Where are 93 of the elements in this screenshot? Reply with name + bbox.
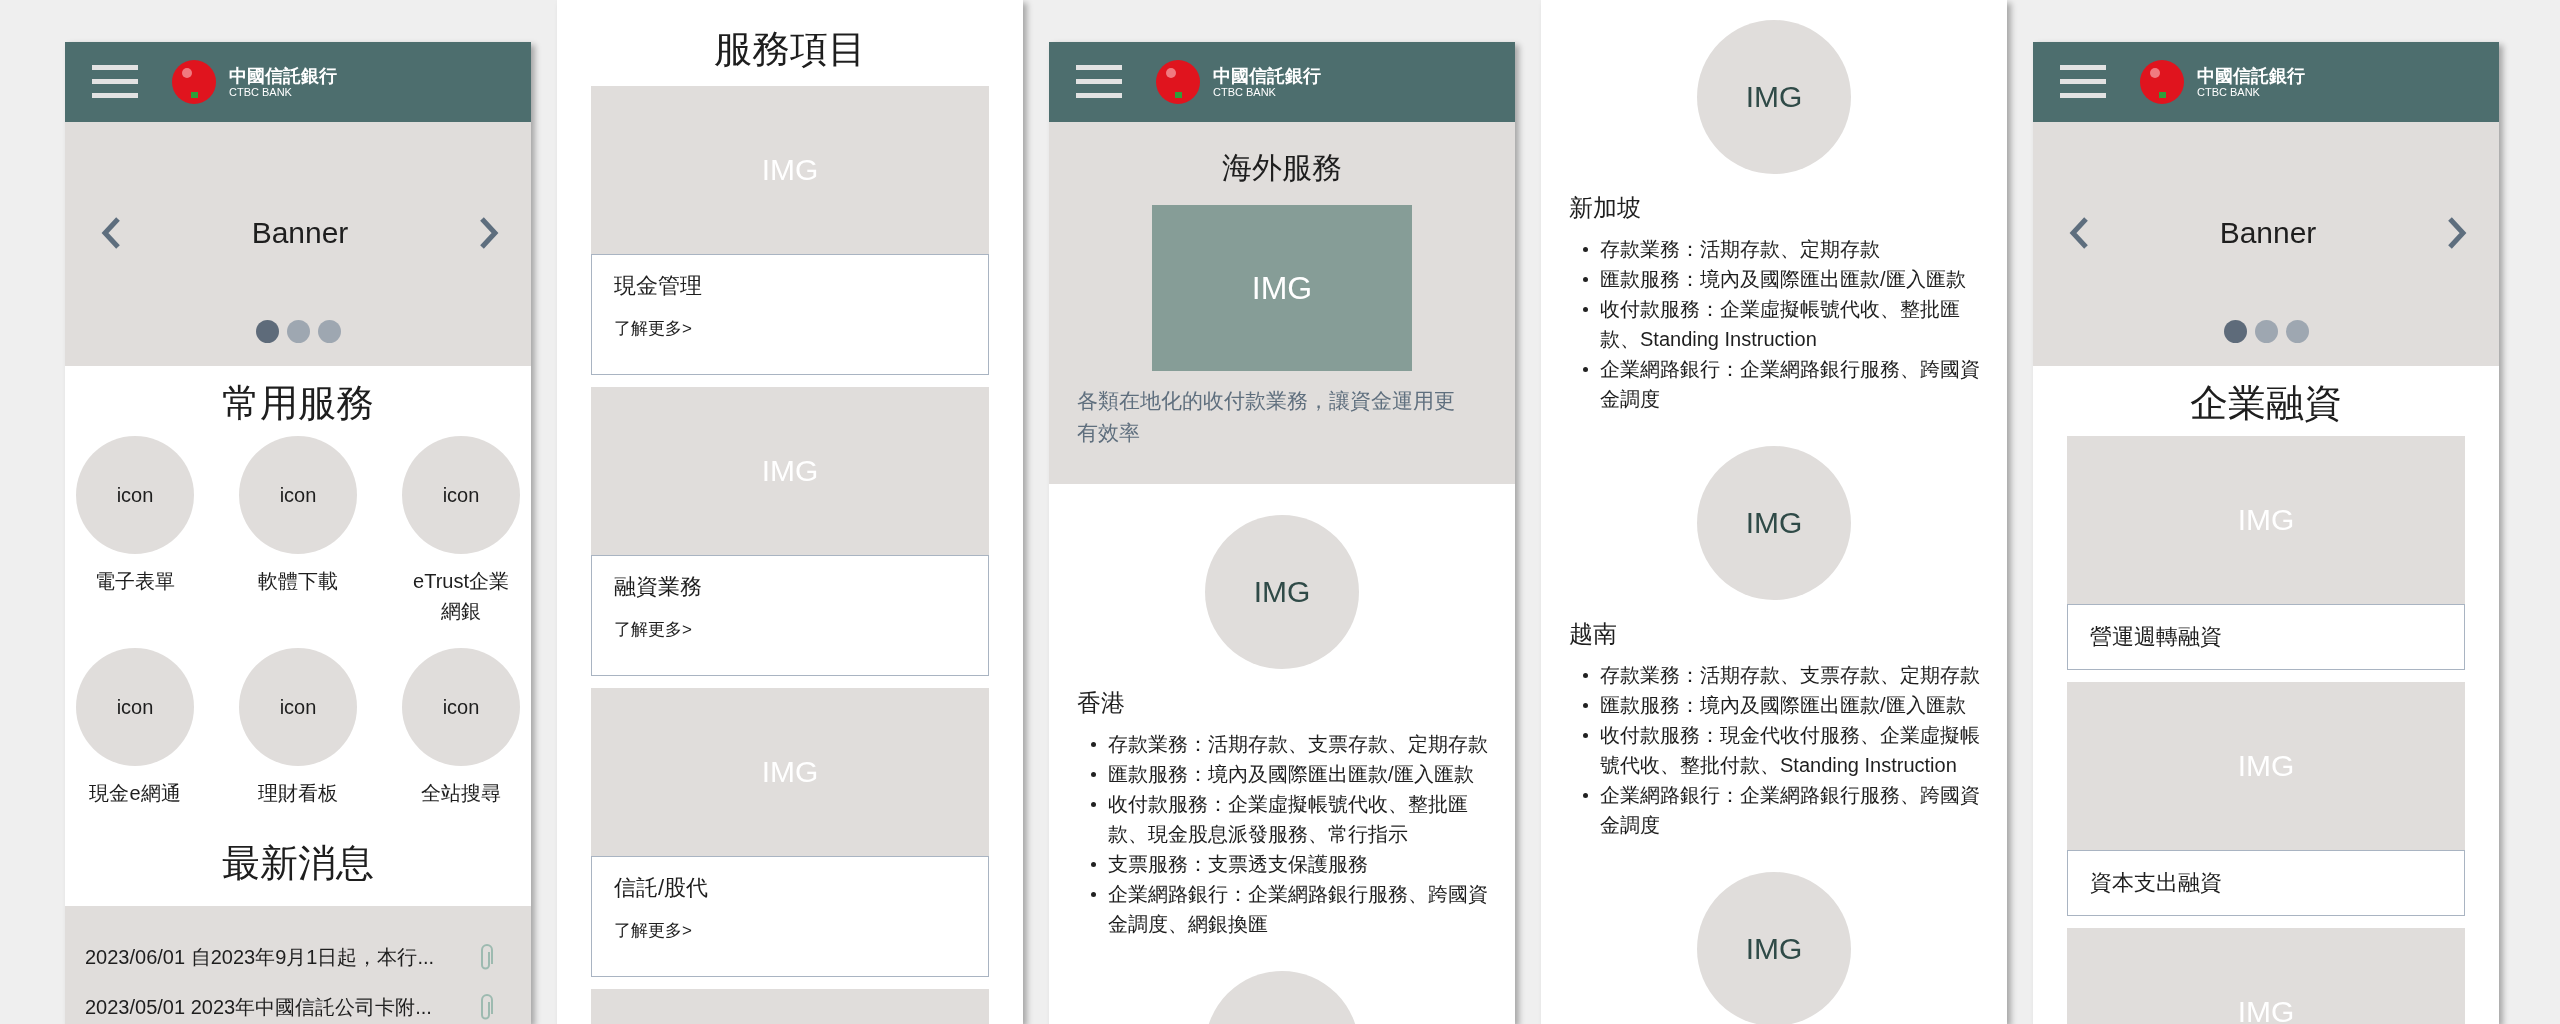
banner-label: Banner [2219,216,2317,250]
bank-name: 中國信託銀行 [229,65,337,86]
placeholder-label: IMG [1745,932,1803,966]
chevron-left-icon[interactable] [2069,216,2089,250]
bullet-item: 收付款服務：企業虛擬帳號代收、整批匯款、Standing Instruction [1600,297,1961,352]
menu-icon[interactable] [1076,65,1122,99]
bullet-icon [1583,277,1588,282]
learn-more-link[interactable]: 了解更多> [614,618,966,641]
bullet-icon [1091,742,1096,747]
bullet-icon [1091,862,1096,867]
icon-placeholder[interactable]: icon [239,648,357,766]
news-item[interactable]: 2023/06/01 自2023年9月1日起，本行... [85,943,480,971]
section-title: 海外服務 [1222,150,1342,186]
card-title: 融資業務 [614,573,703,601]
menu-icon[interactable] [2060,65,2106,99]
chevron-right-icon[interactable] [479,216,499,250]
region-name: 香港 [1076,688,1126,718]
bullet-item: 匯款服務：境內及國際匯出匯款/匯入匯款 [1600,693,1967,718]
carousel-dot[interactable] [255,320,279,343]
chevron-right-icon[interactable] [2447,216,2467,250]
region-name: 越南 [1568,619,1618,649]
section-title: 服務項目 [713,27,867,72]
news-item[interactable]: 2023/05/01 2023年中國信託公司卡附... [85,993,480,1021]
service-label: 電子表單 [94,569,176,594]
carousel-dot[interactable] [286,320,310,343]
carousel-dot[interactable] [317,320,341,343]
bullet-icon [1583,703,1588,708]
bullet-item: 支票服務：支票透支保護服務 [1108,852,1369,877]
icon-placeholder[interactable]: icon [76,436,194,554]
bullet-icon [1583,247,1588,252]
region-name: 新加坡 [1568,193,1642,223]
bullet-item: 存款業務：活期存款、支票存款、定期存款 [1108,732,1489,757]
bullet-item: 企業網路銀行：企業網路銀行服務、跨國資金調度 [1600,357,1981,412]
placeholder-label: IMG [1745,506,1803,540]
bullet-item: 匯款服務：境內及國際匯出匯款/匯入匯款 [1600,267,1967,292]
bank-name-english: CTBC BANK [1213,85,1277,99]
menu-icon[interactable] [92,65,138,99]
bullet-icon [1583,367,1588,372]
bullet-icon [1583,307,1588,312]
card-title: 資本支出融資 [2090,869,2223,897]
logo-icon [172,60,216,104]
bullet-item: 存款業務：活期存款、定期存款 [1600,237,1881,262]
service-label: eTrust企業網銀 [412,569,510,624]
hero-description: 各類在地化的收付款業務，讓資金運用更有效率 [1076,388,1456,446]
bullet-icon [1091,802,1096,807]
card-title: 營運週轉融資 [2090,623,2223,651]
paperclip-icon [480,993,494,1021]
service-label: 理財看板 [257,781,339,806]
icon-placeholder[interactable]: icon [239,436,357,554]
bullet-icon [1091,892,1096,897]
icon-placeholder[interactable]: icon [402,436,520,554]
paperclip-icon [480,943,494,971]
card-body[interactable]: 營運週轉融資 [2067,604,2465,670]
logo-icon [1156,60,1200,104]
bullet-item: 收付款服務：企業虛擬帳號代收、整批匯款、現金股息派發服務、常行指示 [1108,792,1469,847]
carousel-dot[interactable] [2223,320,2247,343]
banner-label: Banner [251,216,349,250]
bank-name: 中國信託銀行 [2197,65,2305,86]
placeholder-label: IMG [1253,575,1311,609]
placeholder-label: IMG [1251,269,1313,307]
learn-more-link[interactable]: 了解更多> [614,919,966,942]
card-title: 信託/股代 [614,874,710,902]
bullet-item: 存款業務：活期存款、支票存款、定期存款 [1600,663,1981,688]
bullet-item: 收付款服務：現金代收付服務、企業虛擬帳號代收、整批付款、Standing Instruction [1600,723,1981,778]
bullet-icon [1583,733,1588,738]
bank-name-english: CTBC BANK [229,85,293,99]
bullet-icon [1583,793,1588,798]
bullet-item: 企業網路銀行：企業網路銀行服務、跨國資金調度 [1600,783,1981,838]
carousel-dot[interactable] [2254,320,2278,343]
bullet-item: 匯款服務：境內及國際匯出匯款/匯入匯款 [1108,762,1475,787]
service-label: 現金e網通 [88,781,182,806]
icon-placeholder[interactable]: icon [402,648,520,766]
bank-name-english: CTBC BANK [2197,85,2261,99]
logo-icon [2140,60,2184,104]
card-body[interactable]: 融資業務 了解更多> [591,555,989,676]
service-label: 全站搜尋 [420,781,502,806]
placeholder-label: IMG [1745,80,1803,114]
section-title: 常用服務 [221,381,375,426]
icon-placeholder[interactable]: icon [76,648,194,766]
card-body[interactable]: 信託/股代 了解更多> [591,856,989,977]
card-title: 現金管理 [614,272,703,300]
bullet-icon [1091,772,1096,777]
bank-name: 中國信託銀行 [1213,65,1321,86]
card-body[interactable]: 現金管理 了解更多> [591,254,989,375]
service-label: 軟體下載 [257,569,339,594]
learn-more-link[interactable]: 了解更多> [614,317,966,340]
card-body[interactable]: 資本支出融資 [2067,850,2465,916]
bullet-icon [1583,673,1588,678]
section-title: 最新消息 [221,841,375,886]
carousel-dot[interactable] [2285,320,2309,343]
chevron-left-icon[interactable] [101,216,121,250]
section-title: 企業融資 [2189,381,2343,426]
bullet-item: 企業網路銀行：企業網路銀行服務、跨國資金調度、網銀換匯 [1108,882,1489,937]
